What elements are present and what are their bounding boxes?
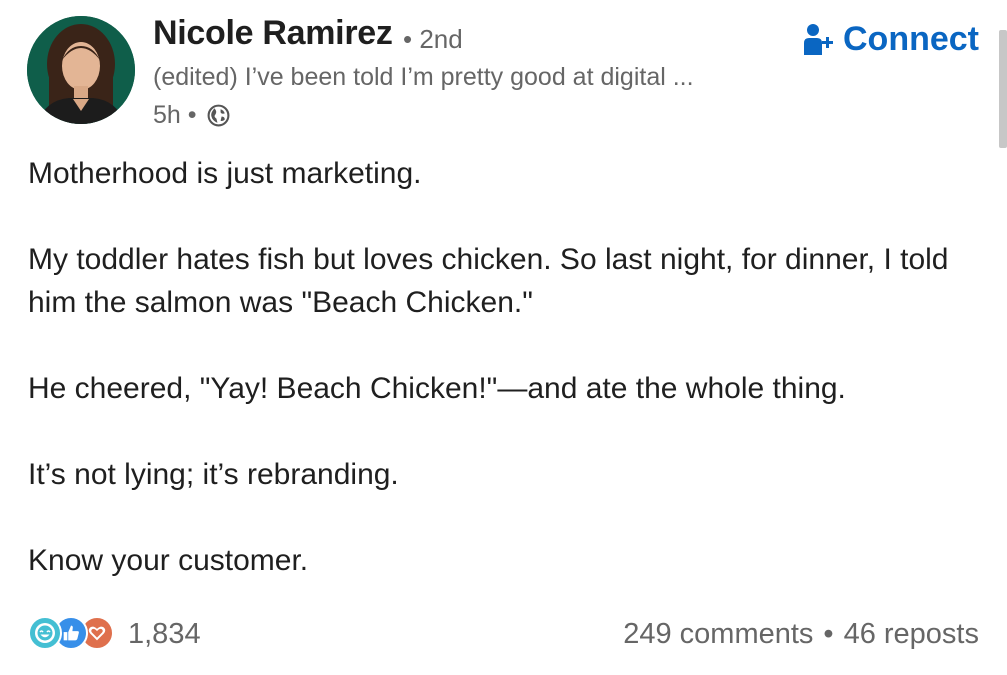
reactions-summary[interactable]: 1,834 xyxy=(28,614,201,654)
post-paragraph: Know your customer. xyxy=(28,544,309,577)
comments-count[interactable]: 249 comments xyxy=(623,618,813,651)
post-paragraph: My toddler hates fish but loves chicken.… xyxy=(28,243,949,319)
funny-icon xyxy=(28,616,62,650)
author-name[interactable]: Nicole Ramirez xyxy=(153,14,393,53)
reaction-icons xyxy=(28,614,116,654)
social-counts-bar: 1,834 249 comments • 46 reposts xyxy=(28,614,979,654)
post-time: 5h • xyxy=(153,101,197,129)
connect-label: Connect xyxy=(843,20,979,58)
post-meta: 5h • xyxy=(153,101,231,130)
count-separator: • xyxy=(823,617,834,650)
engagement-counts: 249 comments • 46 reposts xyxy=(623,618,979,651)
avatar-photo xyxy=(27,16,135,124)
author-headline[interactable]: (edited) I’ve been told I’m pretty good … xyxy=(153,63,694,92)
feed-post: Nicole Ramirez • 2nd (edited) I’ve been … xyxy=(0,0,1007,675)
post-paragraph: It’s not lying; it’s rebranding. xyxy=(28,458,399,491)
post-paragraph: Motherhood is just marketing. xyxy=(28,157,422,190)
connect-button[interactable]: Connect xyxy=(803,20,979,59)
avatar[interactable] xyxy=(27,16,135,124)
globe-icon xyxy=(206,103,231,128)
scrollbar[interactable] xyxy=(999,30,1007,148)
reaction-count: 1,834 xyxy=(128,617,201,650)
add-person-icon xyxy=(803,23,835,57)
reposts-count[interactable]: 46 reposts xyxy=(844,618,979,651)
connection-degree: • 2nd xyxy=(403,24,463,54)
post-paragraph: He cheered, "Yay! Beach Chicken!"—and at… xyxy=(28,372,846,405)
post-body: Motherhood is just marketing. My toddler… xyxy=(28,152,978,582)
